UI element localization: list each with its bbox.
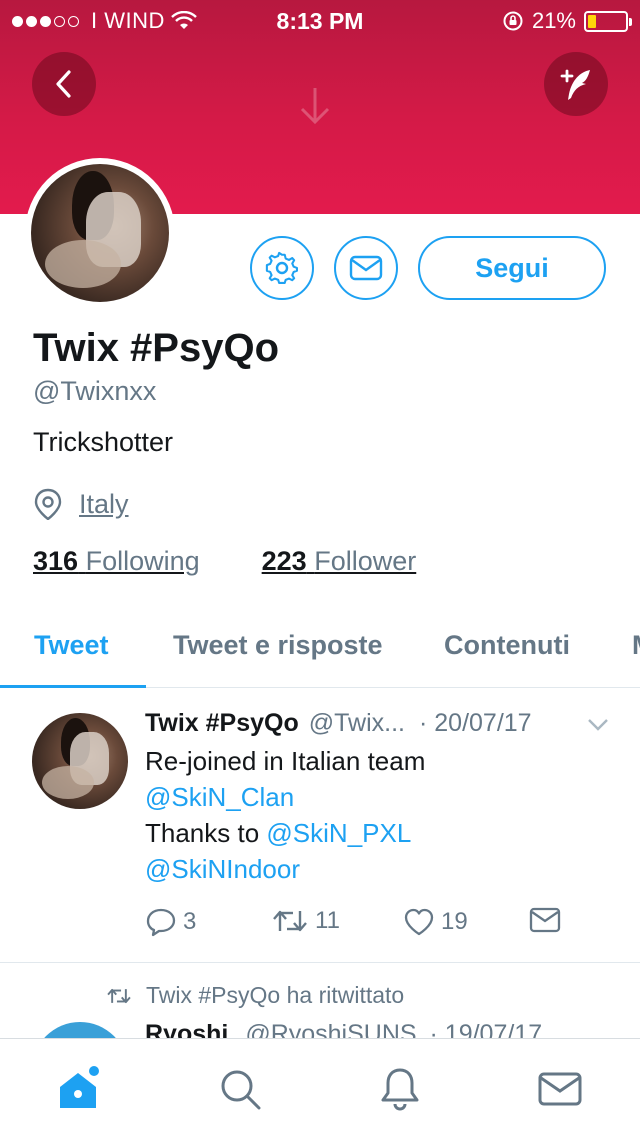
profile-tabs: Tweet Tweet e risposte Contenuti M [0,604,640,688]
retweet-icon [107,988,131,1003]
tweet-header: Ryoshi @RyoshiSUNS · 19/07/17 [145,1020,542,1038]
follower-stat[interactable]: 223 Follower [262,546,417,577]
tab-media[interactable]: Contenuti [444,630,570,661]
profile-name: Twix #PsyQo [33,326,280,370]
tweet-author-name[interactable]: Twix #PsyQo [145,709,299,738]
following-count: 316 [33,546,79,576]
home-icon [60,1066,99,1108]
profile-avatar[interactable] [25,158,175,308]
arrow-down-icon [300,88,330,125]
signal-carrier: I WIND [12,8,197,34]
retweet-notice: Twix #PsyQo ha ritwittato [106,982,404,1009]
status-right: 21% [502,8,632,34]
envelope-icon [529,907,561,933]
profile-bio: Trickshotter [33,427,174,457]
tweet-mention[interactable]: @SkiN_Clan [145,779,615,815]
tab-messages[interactable] [536,1065,584,1113]
search-icon [221,1070,261,1110]
reply-icon [146,908,176,937]
tweet-item[interactable]: Twix #PsyQo @Twix... · 20/07/17 Re-joine… [0,689,640,963]
wifi-icon [171,11,197,29]
tweet-item[interactable]: Ryoshi @RyoshiSUNS · 19/07/17 [0,1018,640,1038]
bottom-tab-bar [0,1038,640,1136]
tweet-author-handle: @Twix... [308,709,405,737]
direct-message-button[interactable] [529,907,561,933]
orientation-lock-icon [503,11,523,31]
like-button[interactable]: 19 [403,907,468,937]
retweet-icon [273,910,307,932]
chevron-left-icon [56,70,71,98]
chevron-down-icon[interactable] [586,717,610,733]
tweet-actions: 3 11 19 [145,907,585,941]
avatar-photo [31,164,169,302]
tweet-line: Thanks to @SkiN_PXL [145,815,615,851]
follow-button[interactable]: Segui [418,236,606,300]
tab-search[interactable] [216,1065,264,1113]
compose-feather-icon [560,69,590,100]
tweet-text: Re-joined in Italian team @SkiN_Clan Tha… [145,743,615,887]
active-tab-indicator [0,685,146,688]
profile-handle: @Twixnxx [33,376,157,406]
follower-count: 223 [261,546,307,576]
bell-icon [381,1068,419,1111]
tweet-mention[interactable]: @SkiNIndoor [145,851,615,887]
battery-level [588,14,596,28]
settings-button[interactable] [250,236,314,300]
reply-button[interactable]: 3 [145,907,196,937]
like-count: 19 [441,908,468,935]
heart-icon [404,908,434,936]
tab-tweets-and-replies[interactable]: Tweet e risposte [173,630,383,661]
battery-percent: 21% [531,8,576,33]
tab-tweet[interactable]: Tweet [34,630,109,661]
follower-label: Follower [314,546,417,576]
tweet-author-name[interactable]: Ryoshi [145,1020,228,1038]
following-stat[interactable]: 316 Following [33,546,200,577]
tweet-author-handle: @RyoshiSUNS [245,1020,417,1038]
status-bar: I WIND 8:13 PM 21% [0,0,640,40]
message-button[interactable] [334,236,398,300]
reply-count: 3 [183,908,197,935]
tweet-date: · 20/07/17 [418,709,532,737]
retweet-count: 11 [315,907,340,934]
tab-home[interactable] [56,1065,104,1113]
carrier-name: I WIND [91,8,165,33]
gear-icon [265,251,298,284]
tweet-line-text: Thanks to [145,818,267,848]
retweet-notice-text: Twix #PsyQo ha ritwittato [146,982,405,1008]
battery-icon [584,10,632,32]
profile-location[interactable]: Italy [33,488,129,520]
tweet-line: Re-joined in Italian team [145,746,426,776]
tweet-date: · 19/07/17 [429,1020,543,1038]
location-link[interactable]: Italy [79,489,129,520]
location-pin-icon [34,488,62,520]
profile-stats: 316 Following 223 Follower [33,546,416,577]
compose-tweet-button[interactable] [544,52,608,116]
tweet-avatar[interactable] [32,713,128,809]
retweet-button[interactable]: 11 [271,907,340,935]
signal-strength-icon [12,15,79,27]
tweet-header: Twix #PsyQo @Twix... · 20/07/17 [145,709,615,738]
envelope-icon [349,255,383,281]
following-label: Following [85,546,200,576]
tab-notifications[interactable] [376,1065,424,1113]
tab-likes[interactable]: M [632,630,640,661]
envelope-icon [538,1072,582,1106]
tweet-avatar[interactable] [32,1022,128,1038]
tweet-mention[interactable]: @SkiN_PXL [266,818,411,848]
back-button[interactable] [32,52,96,116]
